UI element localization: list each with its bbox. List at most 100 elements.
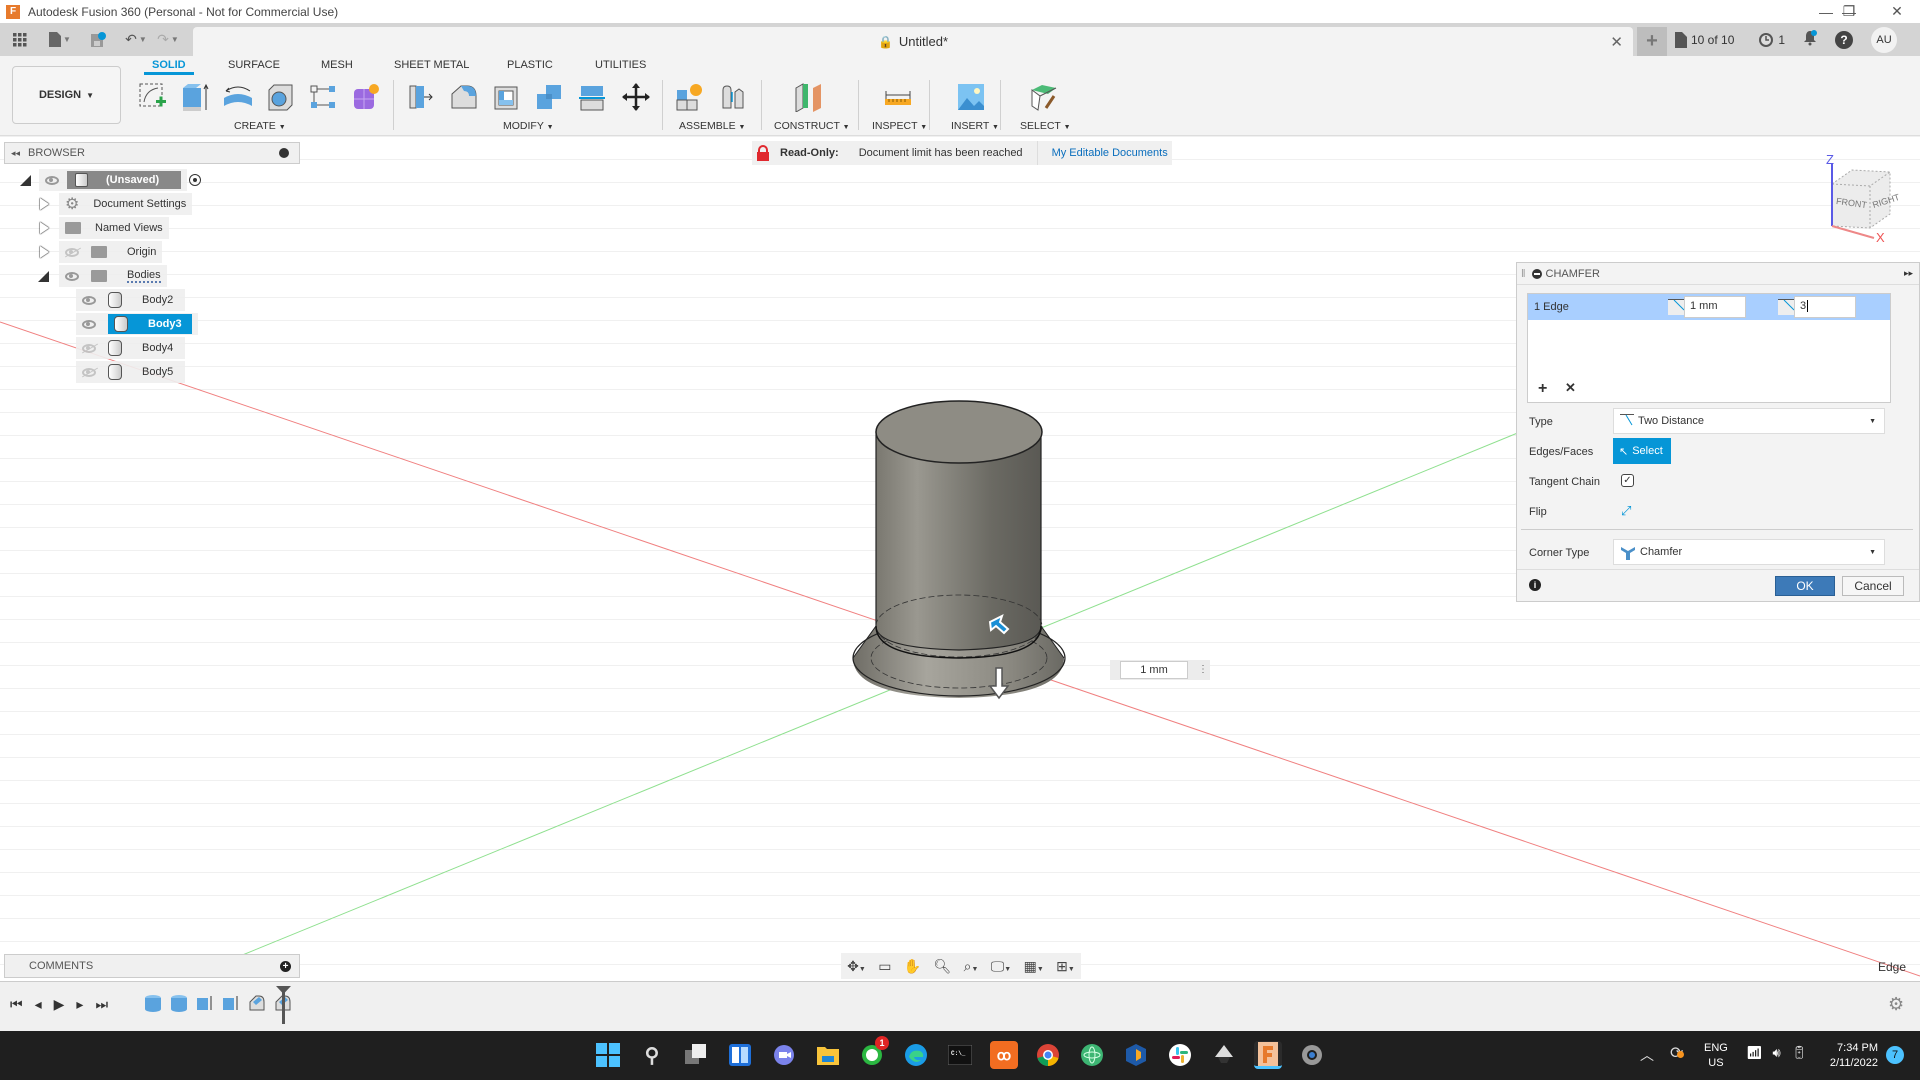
- go-to-end-icon[interactable]: ⏭: [95, 996, 108, 1013]
- slack-icon[interactable]: [1166, 1041, 1194, 1069]
- search-icon[interactable]: ⚲: [638, 1041, 666, 1069]
- combine-icon[interactable]: [532, 80, 566, 114]
- body-row[interactable]: Body5: [76, 361, 186, 383]
- timeline-feature-cylinder[interactable]: [170, 994, 188, 1012]
- browser-root-row[interactable]: (Unsaved): [20, 169, 202, 191]
- restore-icon[interactable]: ❐: [1826, 0, 1872, 23]
- distance-one-input[interactable]: 1 mm: [1684, 296, 1746, 318]
- close-window-icon[interactable]: ✕: [1874, 0, 1920, 23]
- pan-hand-icon[interactable]: ✋: [904, 958, 921, 975]
- fusion-360-taskbar-icon[interactable]: [1254, 1041, 1282, 1069]
- timeline-marker[interactable]: [282, 990, 285, 1024]
- tab-solid[interactable]: SOLID: [144, 59, 194, 75]
- volume-icon[interactable]: 🔊︎: [1773, 1045, 1781, 1061]
- chrome-icon[interactable]: [1034, 1041, 1062, 1069]
- tab-plastic[interactable]: PLASTIC: [507, 59, 553, 71]
- assemble-menu[interactable]: ASSEMBLE ▼: [679, 120, 745, 132]
- create-menu[interactable]: CREATE ▼: [234, 120, 286, 132]
- browser-pin-icon[interactable]: [279, 148, 289, 158]
- body-row[interactable]: Body4: [76, 337, 186, 359]
- browser-item-document-settings[interactable]: ⚙ Document Settings: [40, 193, 193, 215]
- info-icon[interactable]: i: [1529, 579, 1541, 591]
- cancel-button[interactable]: Cancel: [1842, 576, 1904, 596]
- collapse-icon[interactable]: [38, 270, 49, 282]
- expand-icon[interactable]: [40, 198, 49, 210]
- press-pull-icon[interactable]: [404, 80, 438, 114]
- select-edges-button[interactable]: ↖ Select: [1613, 438, 1671, 464]
- visibility-eye-icon[interactable]: [65, 271, 79, 281]
- timeline-feature-extrude[interactable]: [222, 994, 240, 1012]
- flip-icon[interactable]: ⤢: [1621, 503, 1631, 519]
- xampp-icon[interactable]: ꝏ: [990, 1041, 1018, 1069]
- timeline-marker-head[interactable]: [276, 986, 291, 994]
- notifications-bell-icon[interactable]: [1803, 30, 1818, 49]
- expand-icon[interactable]: [40, 222, 49, 234]
- offset-plane-icon[interactable]: [792, 80, 826, 114]
- help-icon[interactable]: ?: [1835, 30, 1854, 49]
- distance-two-input[interactable]: 3: [1794, 296, 1856, 318]
- timeline-settings-gear-icon[interactable]: ⚙: [1888, 994, 1904, 1015]
- file-explorer-icon[interactable]: [814, 1041, 842, 1069]
- fit-window-icon[interactable]: ⌕▼: [964, 958, 979, 975]
- settings-gear-icon[interactable]: [1298, 1041, 1326, 1069]
- atom-editor-icon[interactable]: [1078, 1041, 1106, 1069]
- viewports-icon[interactable]: ⊞▼: [1056, 958, 1075, 975]
- inspect-menu[interactable]: INSPECT ▼: [872, 120, 927, 132]
- add-edge-icon[interactable]: +: [1538, 380, 1547, 398]
- timeline-feature-fillet[interactable]: [248, 994, 266, 1012]
- workspace-switcher[interactable]: DESIGN ▼: [12, 66, 121, 124]
- create-sketch-icon[interactable]: [136, 80, 170, 114]
- timeline-feature-cylinder[interactable]: [144, 994, 162, 1012]
- joint-icon[interactable]: [716, 80, 750, 114]
- wifi-icon[interactable]: 📶︎: [1746, 1045, 1763, 1061]
- modify-menu[interactable]: MODIFY ▼: [503, 120, 554, 132]
- clock[interactable]: 7:34 PM 2/11/2022: [1818, 1041, 1878, 1071]
- fillet-icon[interactable]: [447, 80, 481, 114]
- activate-radio-icon[interactable]: [189, 174, 202, 186]
- step-back-icon[interactable]: ◂: [35, 996, 42, 1013]
- document-tab[interactable]: 🔒 Untitled* ✕: [193, 27, 1633, 56]
- new-tab-button[interactable]: +: [1637, 27, 1667, 56]
- browser-item-origin[interactable]: Origin: [40, 241, 163, 263]
- construct-menu[interactable]: CONSTRUCT ▼: [774, 120, 850, 132]
- browser-item-named-views[interactable]: Named Views: [40, 217, 169, 239]
- body-row[interactable]: Body2: [76, 289, 186, 311]
- my-editable-documents-link[interactable]: My Editable Documents: [1052, 147, 1168, 159]
- step-forward-icon[interactable]: ▸: [76, 996, 83, 1013]
- sync-icon[interactable]: ⟳: [1670, 1043, 1685, 1063]
- view-cube[interactable]: Z X FRONT RIGHT: [1810, 152, 1910, 246]
- shell-icon[interactable]: [490, 80, 524, 114]
- show-hidden-icons-chevron[interactable]: ︿: [1640, 1045, 1654, 1065]
- corner-type-dropdown[interactable]: Chamfer ▼: [1613, 539, 1885, 565]
- timeline-feature-extrude[interactable]: [196, 994, 214, 1012]
- zoom-icon[interactable]: 🔍︎: [934, 958, 952, 975]
- notification-count-badge[interactable]: 7: [1886, 1046, 1904, 1064]
- tab-mesh[interactable]: MESH: [321, 59, 353, 71]
- edge-browser-icon[interactable]: [902, 1041, 930, 1069]
- whatsapp-icon[interactable]: 1: [858, 1036, 889, 1069]
- battery-charging-icon[interactable]: 🔋︎: [1791, 1045, 1808, 1061]
- hole-icon[interactable]: [264, 80, 298, 114]
- tab-sheet-metal[interactable]: SHEET METAL: [394, 59, 469, 71]
- more-options-icon[interactable]: ⋮: [1198, 665, 1208, 675]
- visibility-eye-icon[interactable]: [82, 295, 96, 305]
- save-icon[interactable]: [86, 28, 110, 52]
- visibility-hidden-icon[interactable]: [65, 247, 79, 257]
- new-component-icon[interactable]: [672, 80, 706, 114]
- go-to-start-icon[interactable]: ⏮: [10, 996, 23, 1013]
- user-avatar[interactable]: AU: [1871, 26, 1898, 53]
- move-copy-icon[interactable]: [619, 80, 653, 114]
- collapse-browser-icon[interactable]: ◂◂: [11, 148, 20, 159]
- insert-menu[interactable]: INSERT ▼: [951, 120, 999, 132]
- ok-button[interactable]: OK: [1775, 576, 1835, 596]
- type-dropdown[interactable]: Two Distance ▼: [1613, 408, 1885, 434]
- start-menu-icon[interactable]: [594, 1041, 622, 1069]
- tab-surface[interactable]: SURFACE: [228, 59, 280, 71]
- file-menu-button[interactable]: ▼: [48, 28, 72, 52]
- language-indicator[interactable]: ENG US: [1704, 1041, 1728, 1071]
- data-panel-grid-icon[interactable]: [8, 28, 32, 52]
- visibility-eye-icon[interactable]: [82, 319, 96, 329]
- visibility-hidden-icon[interactable]: [82, 343, 96, 353]
- history-button[interactable]: 1: [1758, 32, 1785, 48]
- system-tray[interactable]: 📶︎ 🔊︎ 🔋︎: [1746, 1045, 1807, 1061]
